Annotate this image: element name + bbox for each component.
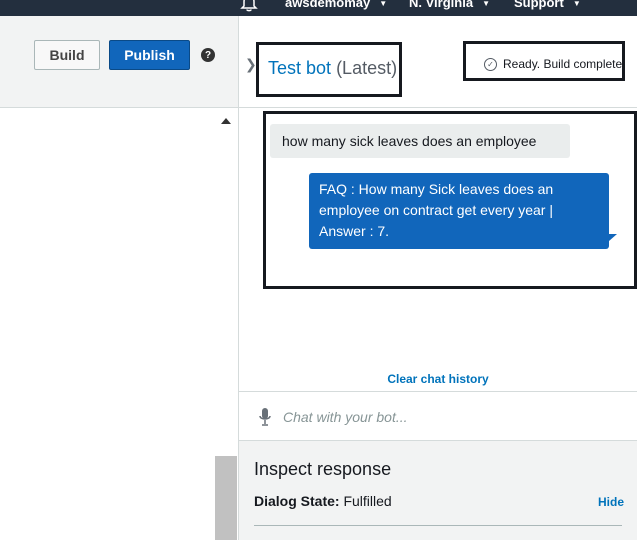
support-label: Support [514,0,564,10]
test-bot-title-text: Test bot [268,58,332,78]
bell-icon[interactable] [240,0,258,12]
build-status: ✓ Ready. Build complete. [484,57,626,71]
account-name: awsdemomay [285,0,371,10]
help-icon[interactable]: ? [201,48,215,62]
publish-button[interactable]: Publish [109,40,190,70]
microphone-icon[interactable] [259,408,271,426]
dialog-state-row: Dialog State: Fulfilled [254,493,392,509]
hide-link[interactable]: Hide [598,495,624,509]
scroll-thumb[interactable] [215,456,237,540]
check-circle-icon: ✓ [484,57,497,71]
bot-message-tail [609,234,617,241]
build-status-text: Ready. Build complete. [503,57,626,71]
test-bot-title: Test bot (Latest) [268,58,397,79]
region-menu[interactable]: N. Virginia ▼ [409,0,490,10]
chat-input[interactable] [283,405,623,429]
user-message: how many sick leaves does an employee [270,124,570,158]
dialog-state-value: Fulfilled [343,493,392,509]
scroll-up-arrow-icon[interactable] [221,118,231,124]
top-nav-bar: awsdemomay ▼ N. Virginia ▼ Support ▼ [0,0,637,16]
clear-chat-history-link[interactable]: Clear chat history [239,372,637,386]
editor-toolbar: Build Publish ? [0,16,239,108]
editor-scrollbar[interactable] [215,108,237,540]
inspect-divider [254,525,622,526]
chevron-right-icon[interactable]: ❯ [245,56,257,73]
chevron-down-icon: ▼ [379,0,388,9]
test-bot-pane: ❯ Test bot (Latest) ✓ Ready. Build compl… [239,16,637,540]
chat-input-row [239,391,637,441]
test-bot-version: (Latest) [336,58,398,78]
inspect-response-title: Inspect response [254,459,392,479]
title-highlight-box: Test bot (Latest) [256,42,402,97]
dialog-state-label: Dialog State: [254,493,340,509]
inspect-response-panel: Inspect response Dialog State: Fulfilled… [239,441,637,540]
chat-transcript: how many sick leaves does an employee FA… [263,111,637,289]
status-highlight-box: ✓ Ready. Build complete. [463,41,626,81]
chevron-down-icon: ▼ [482,0,490,9]
build-button[interactable]: Build [34,40,100,70]
editor-pane: Build Publish ? [0,16,239,540]
bot-message: FAQ : How many Sick leaves does an emplo… [309,173,609,249]
account-menu[interactable]: awsdemomay ▼ [285,0,387,10]
region-name: N. Virginia [409,0,474,10]
test-bot-header: ❯ Test bot (Latest) ✓ Ready. Build compl… [239,16,637,108]
support-menu[interactable]: Support ▼ [514,0,581,10]
chevron-down-icon: ▼ [572,0,581,9]
